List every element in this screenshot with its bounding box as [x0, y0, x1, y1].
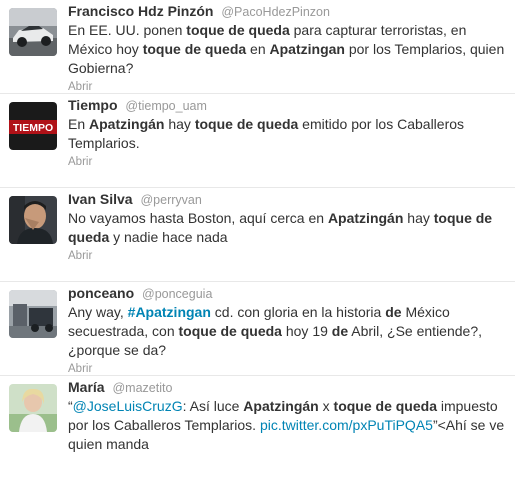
author-name[interactable]: Francisco Hdz Pinzón — [68, 3, 213, 19]
race-car-avatar-image — [9, 8, 57, 56]
tiempo-logo-image: TIEMPO — [9, 102, 57, 150]
highlighted-term: Apatzingán — [243, 398, 319, 414]
tweet-item[interactable]: TIEMPO Tiempo @tiempo_uam En Apatzingán … — [0, 94, 515, 188]
highlighted-term: toque de queda — [178, 323, 282, 339]
tweet-text-segment: x — [318, 398, 334, 414]
highlighted-term: de — [385, 304, 402, 320]
tweet-text: En Apatzingán hay toque de queda emitido… — [68, 115, 505, 153]
open-link[interactable]: Abrir — [68, 80, 505, 94]
highlighted-term: Apatzingán — [327, 210, 404, 226]
author-handle[interactable]: @PacoHdezPinzon — [221, 5, 330, 19]
person-avatar[interactable] — [9, 196, 57, 244]
street-photo-image — [9, 290, 57, 338]
woman-avatar-image — [9, 384, 57, 432]
tweet-text-segment: Any way, — [68, 304, 128, 320]
author-handle[interactable]: @perryvan — [140, 193, 201, 207]
tweet-text-segment: en — [246, 41, 270, 57]
highlighted-term: toque de queda — [186, 22, 290, 38]
tweet-item[interactable]: ponceano @ponceguia Any way, #Apatzingan… — [0, 282, 515, 376]
author-name[interactable]: Ivan Silva — [68, 191, 133, 207]
tweet-text-segment: No vayamos hasta Boston, aquí cerca en — [68, 210, 328, 226]
tweet-text: Any way, #Apatzingan cd. con gloria en l… — [68, 303, 505, 360]
tweet-item[interactable]: María @mazetito “@JoseLuisCruzG: Así luc… — [0, 376, 515, 500]
tweet-item[interactable]: Francisco Hdz Pinzón @PacoHdezPinzon En … — [0, 0, 515, 94]
author-name[interactable]: Tiempo — [68, 97, 118, 113]
person-avatar-image — [9, 196, 57, 244]
highlighted-term: Apatzingan — [269, 41, 345, 57]
tweet-text-segment: y nadie hace nada — [109, 229, 228, 245]
author-name[interactable]: ponceano — [68, 285, 134, 301]
open-link[interactable]: Abrir — [68, 249, 505, 263]
tiempo-logo-text: TIEMPO — [13, 122, 53, 134]
race-car-avatar[interactable] — [9, 8, 57, 56]
tweet-text-segment: cd. con gloria en la historia — [210, 304, 386, 320]
author-handle[interactable]: @tiempo_uam — [125, 99, 206, 113]
highlighted-term: toque de queda — [333, 398, 437, 414]
tweet-timeline: Francisco Hdz Pinzón @PacoHdezPinzon En … — [0, 0, 515, 500]
highlighted-term: toque de queda — [194, 116, 299, 132]
inline-link[interactable]: pic.twitter.com/pxPuTiPQA5 — [260, 417, 433, 433]
tiempo-logo-avatar[interactable]: TIEMPO — [9, 102, 57, 150]
tweet-text-segment: hoy 19 — [281, 323, 332, 339]
hashtag-link[interactable]: #Apatzingan — [128, 304, 211, 320]
tweet-text-segment: hay — [403, 210, 434, 226]
tweet-text: En EE. UU. ponen toque de queda para cap… — [68, 21, 505, 78]
open-link[interactable]: Abrir — [68, 155, 505, 169]
inline-link[interactable]: @JoseLuisCruzG — [73, 398, 183, 414]
open-link[interactable]: Abrir — [68, 362, 505, 376]
highlighted-term: Apatzingán — [89, 116, 165, 132]
tweet-text-segment: hay — [164, 116, 195, 132]
author-handle[interactable]: @ponceguia — [142, 287, 212, 301]
tweet-text: No vayamos hasta Boston, aquí cerca en A… — [68, 209, 505, 247]
tweet-text-segment: : Así luce — [182, 398, 244, 414]
tweet-item[interactable]: Ivan Silva @perryvan No vayamos hasta Bo… — [0, 188, 515, 282]
author-handle[interactable]: @mazetito — [112, 381, 172, 395]
tweet-text-segment: En — [68, 116, 90, 132]
woman-avatar[interactable] — [9, 384, 57, 432]
author-name[interactable]: María — [68, 379, 105, 395]
tweet-text-segment: En EE. UU. ponen — [68, 22, 187, 38]
street-photo-avatar[interactable] — [9, 290, 57, 338]
highlighted-term: toque de queda — [142, 41, 247, 57]
tweet-text: “@JoseLuisCruzG: Así luce Apatzingán x t… — [68, 397, 505, 454]
highlighted-term: de — [331, 323, 349, 339]
